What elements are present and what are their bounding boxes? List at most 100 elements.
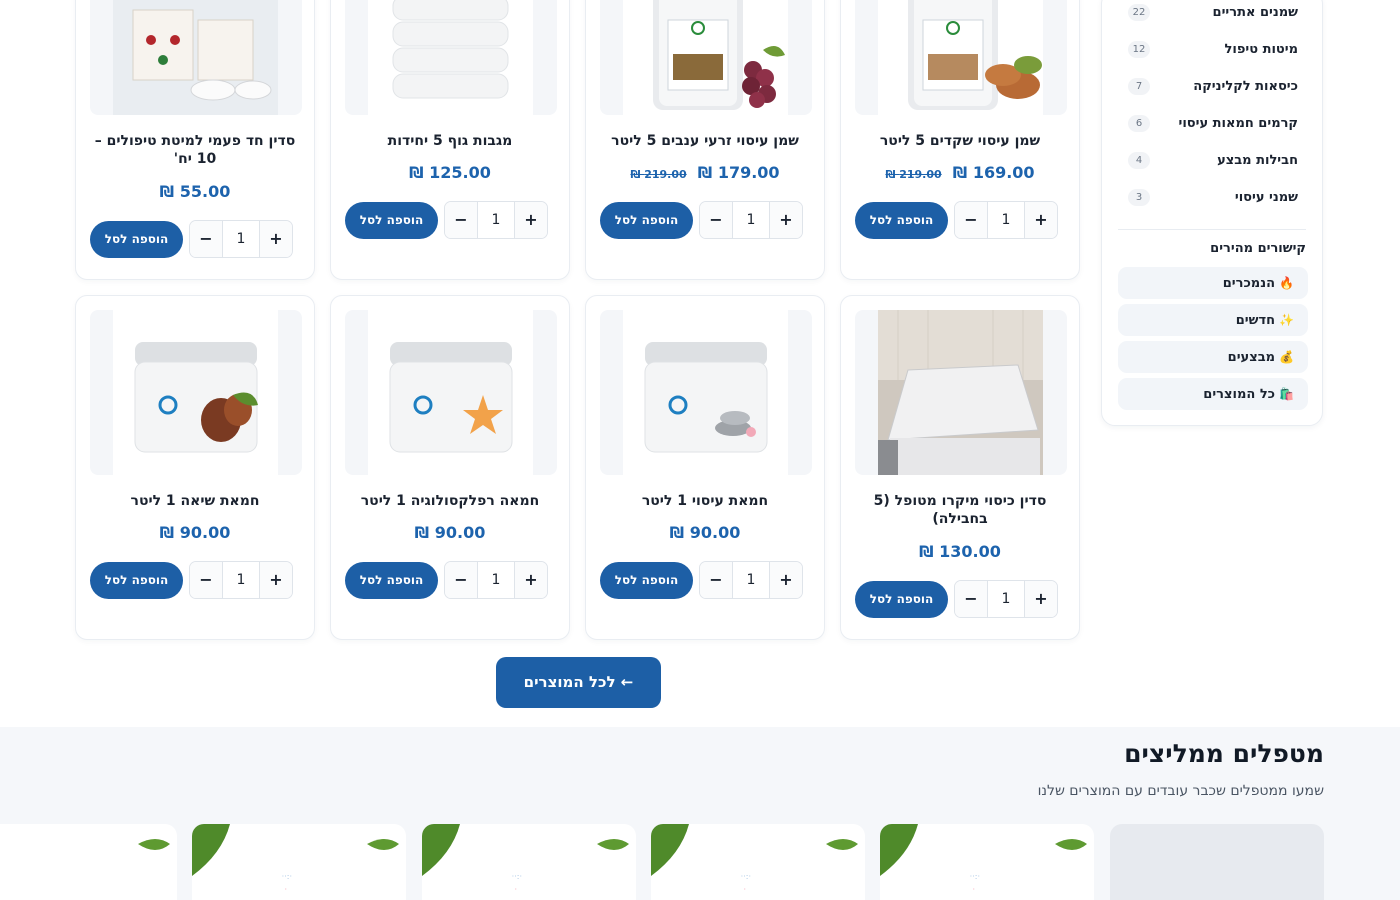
- product-old-price: 219.00 ₪: [885, 168, 942, 181]
- product-title[interactable]: שמן עיסוי שקדים 5 ליטר: [855, 132, 1065, 150]
- category-label: כיסאות לקליניקה: [1193, 79, 1298, 94]
- quantity-value[interactable]: 1: [222, 562, 260, 598]
- svg-text:·: ·: [514, 885, 517, 894]
- quick-link-new[interactable]: ✨חדשים: [1118, 304, 1308, 336]
- add-to-cart-button[interactable]: הוספה לסל: [855, 581, 948, 618]
- product-title[interactable]: מגבות גוף 5 יחידות: [345, 132, 555, 150]
- quick-link-label: חדשים: [1235, 313, 1276, 328]
- increase-qty-button[interactable]: +: [770, 202, 802, 238]
- quick-link-deals[interactable]: 💰מבצעים: [1118, 341, 1308, 373]
- add-to-cart-button[interactable]: הוספה לסל: [90, 562, 183, 599]
- testimonial-card[interactable]: ·:·· ·: [192, 824, 406, 900]
- add-to-cart-button[interactable]: הוספה לסל: [855, 202, 948, 239]
- add-to-cart-button[interactable]: הוספה לסל: [600, 562, 693, 599]
- quantity-stepper: − 1 +: [699, 561, 803, 599]
- quantity-value[interactable]: 1: [987, 202, 1025, 238]
- product-card: חמאת עיסוי 1 ליטר 90.00 ₪ − 1 + הוספה לס…: [585, 295, 825, 640]
- product-title[interactable]: חמאה רפלקסולוגיה 1 ליטר: [345, 492, 555, 510]
- product-price-row: 130.00 ₪: [841, 542, 1079, 561]
- product-card: חמאה רפלקסולוגיה 1 ליטר 90.00 ₪ − 1 + הו…: [330, 295, 570, 640]
- quick-link-bestsellers[interactable]: 🔥הנמכרים: [1118, 267, 1308, 299]
- product-price: 55.00 ₪: [159, 182, 231, 201]
- quantity-value[interactable]: 1: [477, 202, 515, 238]
- testimonials-subtitle: שמעו ממטפלים שכבר עובדים עם המוצרים שלנו: [1037, 783, 1324, 799]
- category-count-badge: 12: [1128, 41, 1150, 58]
- testimonial-card[interactable]: ·:·· ·: [651, 824, 865, 900]
- decrease-qty-button[interactable]: −: [190, 221, 222, 257]
- product-price: 125.00 ₪: [409, 163, 491, 182]
- category-count-badge: 6: [1128, 115, 1150, 132]
- testimonials-section: מטפלים ממליצים שמעו ממטפלים שכבר עובדים …: [0, 727, 1400, 900]
- grape-seed-oil-jug-image: [623, 0, 788, 115]
- testimonial-card[interactable]: ·:·· ·: [880, 824, 1094, 900]
- svg-text:·: ·: [972, 885, 975, 894]
- testimonial-card[interactable]: [0, 824, 177, 900]
- decrease-qty-button[interactable]: −: [445, 202, 477, 238]
- product-image-frame[interactable]: [90, 0, 302, 115]
- product-title[interactable]: סדין חד פעמי למיטת טיפולים – 10 יח': [90, 132, 300, 168]
- category-count-badge: 4: [1128, 152, 1150, 169]
- product-image-frame[interactable]: [345, 310, 557, 475]
- increase-qty-button[interactable]: +: [515, 202, 547, 238]
- increase-qty-button[interactable]: +: [260, 221, 292, 257]
- decrease-qty-button[interactable]: −: [700, 202, 732, 238]
- increase-qty-button[interactable]: +: [1025, 581, 1057, 617]
- add-to-cart-button[interactable]: הוספה לסל: [345, 202, 438, 239]
- add-to-cart-button[interactable]: הוספה לסל: [90, 221, 183, 258]
- decrease-qty-button[interactable]: −: [955, 202, 987, 238]
- category-count-badge: 22: [1128, 4, 1150, 21]
- testimonials-title: מטפלים ממליצים: [1124, 739, 1324, 768]
- leaf-decoration-icon: [138, 839, 170, 850]
- product-card: שמן עיסוי שקדים 5 ליטר 169.00 ₪ 219.00 ₪…: [840, 0, 1080, 280]
- category-item-creams-butters[interactable]: קרמים חמאות עיסוי 6: [1102, 112, 1322, 149]
- category-item-deal-bundles[interactable]: חבילות מבצע 4: [1102, 149, 1322, 186]
- quantity-value[interactable]: 1: [732, 202, 770, 238]
- leaf-decoration-icon: ·:·· ·: [192, 824, 399, 894]
- quick-link-label: מבצעים: [1227, 350, 1276, 365]
- quantity-value[interactable]: 1: [987, 581, 1025, 617]
- increase-qty-button[interactable]: +: [770, 562, 802, 598]
- svg-text:·:··: ·:··: [741, 872, 751, 881]
- category-item-clinic-chairs[interactable]: כיסאות לקליניקה 7: [1102, 75, 1322, 112]
- product-card: סדין כיסוי מיקרו מטופל (5 בחבילה) 130.00…: [840, 295, 1080, 640]
- add-to-cart-button[interactable]: הוספה לסל: [600, 202, 693, 239]
- category-label: שמנים אתריים: [1212, 5, 1298, 20]
- quantity-stepper: − 1 +: [444, 561, 548, 599]
- product-image-frame[interactable]: [600, 310, 812, 475]
- increase-qty-button[interactable]: +: [1025, 202, 1057, 238]
- quick-link-label: הנמכרים: [1222, 276, 1276, 291]
- category-item-treatment-beds[interactable]: מיטות טיפול 12: [1102, 38, 1322, 75]
- category-label: חבילות מבצע: [1217, 153, 1298, 168]
- product-price: 130.00 ₪: [919, 542, 1001, 561]
- product-title[interactable]: שמן עיסוי זרעי ענבים 5 ליטר: [600, 132, 810, 150]
- decrease-qty-button[interactable]: −: [190, 562, 222, 598]
- add-to-cart-button[interactable]: הוספה לסל: [345, 562, 438, 599]
- quantity-value[interactable]: 1: [222, 221, 260, 257]
- product-old-price: 219.00 ₪: [630, 168, 687, 181]
- quantity-value[interactable]: 1: [477, 562, 515, 598]
- product-image-frame[interactable]: [855, 310, 1067, 475]
- massage-butter-jar-image: [623, 310, 788, 475]
- decrease-qty-button[interactable]: −: [445, 562, 477, 598]
- category-item-massage-oils[interactable]: שמני עיסוי 3: [1102, 186, 1322, 223]
- quick-link-label: כל המוצרים: [1203, 387, 1276, 402]
- product-image-frame[interactable]: [855, 0, 1067, 115]
- product-image-frame[interactable]: [90, 310, 302, 475]
- increase-qty-button[interactable]: +: [515, 562, 547, 598]
- product-title[interactable]: חמאת שיאה 1 ליטר: [90, 492, 300, 510]
- product-price-row: 90.00 ₪: [331, 523, 569, 542]
- decrease-qty-button[interactable]: −: [700, 562, 732, 598]
- quick-link-all-products[interactable]: 🛍️כל המוצרים: [1118, 378, 1308, 410]
- product-title[interactable]: סדין כיסוי מיקרו מטופל (5 בחבילה): [855, 492, 1065, 528]
- product-title[interactable]: חמאת עיסוי 1 ליטר: [600, 492, 810, 510]
- quantity-value[interactable]: 1: [732, 562, 770, 598]
- testimonial-card[interactable]: ·:·· ·: [422, 824, 636, 900]
- decrease-qty-button[interactable]: −: [955, 581, 987, 617]
- category-item-essential-oils[interactable]: שמנים אתריים 22: [1102, 1, 1322, 38]
- all-products-button[interactable]: ← לכל המוצרים: [496, 657, 661, 708]
- disposable-sheets-image: [113, 0, 278, 115]
- increase-qty-button[interactable]: +: [260, 562, 292, 598]
- category-count-badge: 3: [1128, 189, 1150, 206]
- product-image-frame[interactable]: [600, 0, 812, 115]
- product-image-frame[interactable]: [345, 0, 557, 115]
